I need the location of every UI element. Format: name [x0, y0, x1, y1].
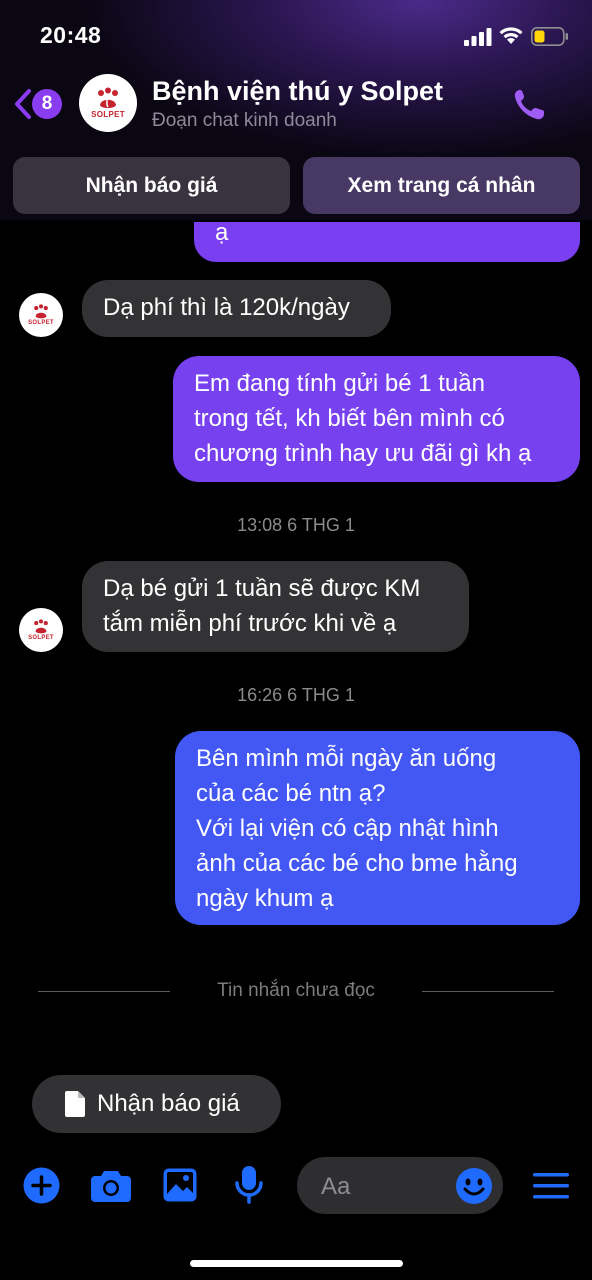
avatar-brand: SOLPET [28, 320, 54, 326]
message-timestamp: 13:08 6 THG 1 [237, 515, 355, 535]
message-line: của các bé ntn ạ? [196, 780, 386, 807]
menu-icon[interactable] [532, 1171, 570, 1201]
page-subtitle: Đoạn chat kinh doanh [152, 110, 337, 131]
view-profile-button[interactable]: Xem trang cá nhân [303, 157, 580, 214]
message-text: Dạ phí thì là 120k/ngày [103, 294, 350, 321]
avatar-brand: SOLPET [91, 110, 125, 119]
status-bar: 20:48 [0, 0, 592, 70]
avatar[interactable]: SOLPET [19, 608, 63, 652]
get-quote-button[interactable]: Nhận báo giá [13, 157, 290, 214]
document-icon [65, 1091, 85, 1117]
status-time: 20:48 [40, 22, 102, 48]
cellular-signal-icon [464, 28, 492, 46]
message-line: Với lại viện có cập nhật hình [196, 815, 499, 842]
message-input-placeholder: Aa [321, 1173, 351, 1200]
paw-logo-icon [98, 87, 118, 108]
message-line: Em đang tính gửi bé 1 tuần [194, 370, 485, 397]
microphone-icon[interactable] [234, 1165, 264, 1205]
divider [422, 991, 554, 992]
message-input[interactable]: Aa [297, 1157, 503, 1214]
paw-logo-icon [34, 304, 48, 319]
chevron-left-icon [15, 89, 31, 119]
battery-icon [531, 27, 568, 46]
message-incoming[interactable]: Dạ bé gửi 1 tuần sẽ được KM tắm miễn phí… [82, 561, 469, 652]
message-timestamp: 16:26 6 THG 1 [237, 685, 355, 705]
paw-logo-icon [34, 619, 48, 634]
unread-count-badge: 8 [32, 89, 62, 119]
message-outgoing[interactable]: Em đang tính gửi bé 1 tuần trong tết, kh… [173, 356, 580, 482]
avatar[interactable]: SOLPET [19, 293, 63, 337]
message-line: Dạ bé gửi 1 tuần sẽ được KM [103, 575, 421, 602]
get-quote-chip[interactable]: Nhận báo giá [32, 1075, 281, 1133]
phone-icon[interactable] [510, 86, 550, 124]
message-line: ngày khum ạ [196, 885, 334, 912]
plus-icon[interactable] [23, 1167, 60, 1204]
chip-label: Nhận báo giá [97, 1090, 240, 1117]
page-title[interactable]: Bệnh viện thú y Solpet [152, 76, 443, 107]
message-outgoing[interactable]: Bên mình mỗi ngày ăn uống của các bé ntn… [175, 731, 580, 925]
composer-bar: Aa [0, 1155, 592, 1217]
message-outgoing-partial[interactable]: ạ [194, 222, 580, 262]
message-line: trong tết, kh biết bên mình có [194, 405, 505, 432]
emoji-icon[interactable] [455, 1167, 493, 1205]
camera-icon[interactable] [90, 1168, 132, 1203]
avatar-brand: SOLPET [28, 635, 54, 641]
home-indicator[interactable] [190, 1260, 403, 1267]
avatar[interactable]: SOLPET [79, 74, 137, 132]
message-text: ạ [215, 222, 229, 246]
message-line: ảnh của các bé cho bme hằng [196, 850, 518, 877]
message-incoming[interactable]: Dạ phí thì là 120k/ngày [82, 280, 391, 337]
wifi-icon [499, 27, 523, 44]
chat-header: 8 SOLPET Bệnh viện thú y Solpet Đoạn cha… [0, 70, 592, 138]
message-line: Bên mình mỗi ngày ăn uống [196, 745, 497, 772]
message-line: tắm miễn phí trước khi về ạ [103, 610, 397, 637]
back-button[interactable]: 8 [12, 88, 68, 120]
gallery-icon[interactable] [162, 1167, 198, 1203]
message-line: chương trình hay ưu đãi gì kh ạ [194, 440, 532, 467]
